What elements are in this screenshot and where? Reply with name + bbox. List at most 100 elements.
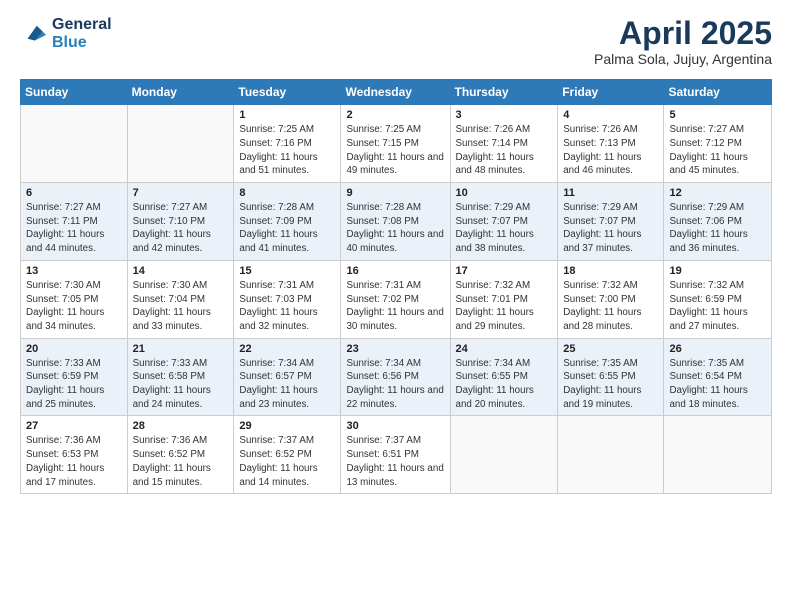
calendar-cell: [127, 105, 234, 183]
day-info: Sunrise: 7:29 AMSunset: 7:07 PMDaylight:…: [456, 201, 553, 256]
day-number: 2: [346, 109, 444, 121]
calendar-cell: 23 Sunrise: 7:34 AMSunset: 6:56 PMDayligh…: [341, 338, 450, 416]
calendar-cell: 8 Sunrise: 7:28 AMSunset: 7:09 PMDaylight…: [234, 183, 341, 261]
day-number: 14: [133, 265, 229, 277]
calendar-table: SundayMondayTuesdayWednesdayThursdayFrid…: [20, 79, 772, 494]
weekday-header: Saturday: [664, 80, 772, 105]
day-info: Sunrise: 7:25 AMSunset: 7:16 PMDaylight:…: [239, 123, 335, 178]
calendar-week-row: 20 Sunrise: 7:33 AMSunset: 6:59 PMDayligh…: [21, 338, 772, 416]
title-block: April 2025 Palma Sola, Jujuy, Argentina: [594, 16, 772, 67]
calendar-cell: 29 Sunrise: 7:37 AMSunset: 6:52 PMDayligh…: [234, 416, 341, 494]
day-info: Sunrise: 7:27 AMSunset: 7:12 PMDaylight:…: [669, 123, 766, 178]
day-number: 23: [346, 343, 444, 355]
day-number: 20: [26, 343, 122, 355]
day-info: Sunrise: 7:31 AMSunset: 7:02 PMDaylight:…: [346, 279, 444, 334]
calendar-cell: 6 Sunrise: 7:27 AMSunset: 7:11 PMDaylight…: [21, 183, 128, 261]
day-info: Sunrise: 7:27 AMSunset: 7:11 PMDaylight:…: [26, 201, 122, 256]
day-number: 28: [133, 420, 229, 432]
day-number: 30: [346, 420, 444, 432]
day-info: Sunrise: 7:36 AMSunset: 6:52 PMDaylight:…: [133, 434, 229, 489]
day-info: Sunrise: 7:37 AMSunset: 6:52 PMDaylight:…: [239, 434, 335, 489]
weekday-header: Friday: [558, 80, 664, 105]
day-info: Sunrise: 7:27 AMSunset: 7:10 PMDaylight:…: [133, 201, 229, 256]
day-number: 26: [669, 343, 766, 355]
calendar-week-row: 6 Sunrise: 7:27 AMSunset: 7:11 PMDaylight…: [21, 183, 772, 261]
day-number: 10: [456, 187, 553, 199]
day-info: Sunrise: 7:37 AMSunset: 6:51 PMDaylight:…: [346, 434, 444, 489]
day-number: 29: [239, 420, 335, 432]
calendar-cell: 24 Sunrise: 7:34 AMSunset: 6:55 PMDayligh…: [450, 338, 558, 416]
day-number: 8: [239, 187, 335, 199]
calendar-cell: [664, 416, 772, 494]
weekday-header: Tuesday: [234, 80, 341, 105]
weekday-header: Thursday: [450, 80, 558, 105]
day-info: Sunrise: 7:30 AMSunset: 7:04 PMDaylight:…: [133, 279, 229, 334]
weekday-header: Wednesday: [341, 80, 450, 105]
logo-icon: [20, 22, 48, 46]
day-number: 3: [456, 109, 553, 121]
day-info: Sunrise: 7:34 AMSunset: 6:56 PMDaylight:…: [346, 357, 444, 412]
day-number: 19: [669, 265, 766, 277]
calendar-cell: 21 Sunrise: 7:33 AMSunset: 6:58 PMDayligh…: [127, 338, 234, 416]
calendar-cell: 19 Sunrise: 7:32 AMSunset: 6:59 PMDayligh…: [664, 260, 772, 338]
day-info: Sunrise: 7:26 AMSunset: 7:14 PMDaylight:…: [456, 123, 553, 178]
day-info: Sunrise: 7:32 AMSunset: 6:59 PMDaylight:…: [669, 279, 766, 334]
calendar-cell: 15Sunrise: 7:31 AMSunset: 7:03 PMDayligh…: [234, 260, 341, 338]
logo-text: General Blue: [52, 16, 112, 53]
day-number: 15: [239, 265, 335, 277]
day-info: Sunrise: 7:34 AMSunset: 6:55 PMDaylight:…: [456, 357, 553, 412]
day-number: 6: [26, 187, 122, 199]
calendar-week-row: 27Sunrise: 7:36 AMSunset: 6:53 PMDayligh…: [21, 416, 772, 494]
calendar-cell: 30 Sunrise: 7:37 AMSunset: 6:51 PMDayligh…: [341, 416, 450, 494]
calendar-cell: 14 Sunrise: 7:30 AMSunset: 7:04 PMDayligh…: [127, 260, 234, 338]
calendar-cell: 20 Sunrise: 7:33 AMSunset: 6:59 PMDayligh…: [21, 338, 128, 416]
day-number: 16: [346, 265, 444, 277]
day-info: Sunrise: 7:32 AMSunset: 7:01 PMDaylight:…: [456, 279, 553, 334]
weekday-header: Sunday: [21, 80, 128, 105]
calendar-cell: 17 Sunrise: 7:32 AMSunset: 7:01 PMDayligh…: [450, 260, 558, 338]
day-number: 17: [456, 265, 553, 277]
day-info: Sunrise: 7:30 AMSunset: 7:05 PMDaylight:…: [26, 279, 122, 334]
day-info: Sunrise: 7:28 AMSunset: 7:08 PMDaylight:…: [346, 201, 444, 256]
weekday-header: Monday: [127, 80, 234, 105]
calendar-cell: 16 Sunrise: 7:31 AMSunset: 7:02 PMDayligh…: [341, 260, 450, 338]
calendar-cell: 10 Sunrise: 7:29 AMSunset: 7:07 PMDayligh…: [450, 183, 558, 261]
day-number: 7: [133, 187, 229, 199]
day-info: Sunrise: 7:33 AMSunset: 6:59 PMDaylight:…: [26, 357, 122, 412]
day-number: 12: [669, 187, 766, 199]
day-info: Sunrise: 7:34 AMSunset: 6:57 PMDaylight:…: [239, 357, 335, 412]
calendar-cell: [450, 416, 558, 494]
calendar-cell: [558, 416, 664, 494]
calendar-week-row: 1 Sunrise: 7:25 AMSunset: 7:16 PMDaylight…: [21, 105, 772, 183]
calendar-cell: 2Sunrise: 7:25 AMSunset: 7:15 PMDaylight…: [341, 105, 450, 183]
calendar-cell: 25Sunrise: 7:35 AMSunset: 6:55 PMDayligh…: [558, 338, 664, 416]
calendar-cell: 11 Sunrise: 7:29 AMSunset: 7:07 PMDayligh…: [558, 183, 664, 261]
calendar-cell: 28 Sunrise: 7:36 AMSunset: 6:52 PMDayligh…: [127, 416, 234, 494]
day-number: 11: [563, 187, 658, 199]
calendar-cell: 12Sunrise: 7:29 AMSunset: 7:06 PMDayligh…: [664, 183, 772, 261]
day-number: 27: [26, 420, 122, 432]
day-number: 13: [26, 265, 122, 277]
day-info: Sunrise: 7:32 AMSunset: 7:00 PMDaylight:…: [563, 279, 658, 334]
day-info: Sunrise: 7:33 AMSunset: 6:58 PMDaylight:…: [133, 357, 229, 412]
weekday-header-row: SundayMondayTuesdayWednesdayThursdayFrid…: [21, 80, 772, 105]
calendar-cell: 27Sunrise: 7:36 AMSunset: 6:53 PMDayligh…: [21, 416, 128, 494]
calendar-cell: 22Sunrise: 7:34 AMSunset: 6:57 PMDayligh…: [234, 338, 341, 416]
day-number: 24: [456, 343, 553, 355]
calendar-cell: 18 Sunrise: 7:32 AMSunset: 7:00 PMDayligh…: [558, 260, 664, 338]
day-info: Sunrise: 7:28 AMSunset: 7:09 PMDaylight:…: [239, 201, 335, 256]
day-number: 18: [563, 265, 658, 277]
day-info: Sunrise: 7:29 AMSunset: 7:07 PMDaylight:…: [563, 201, 658, 256]
day-number: 4: [563, 109, 658, 121]
day-number: 9: [346, 187, 444, 199]
calendar-cell: 3 Sunrise: 7:26 AMSunset: 7:14 PMDaylight…: [450, 105, 558, 183]
calendar-cell: [21, 105, 128, 183]
calendar-cell: 13 Sunrise: 7:30 AMSunset: 7:05 PMDayligh…: [21, 260, 128, 338]
day-info: Sunrise: 7:26 AMSunset: 7:13 PMDaylight:…: [563, 123, 658, 178]
calendar-week-row: 13 Sunrise: 7:30 AMSunset: 7:05 PMDayligh…: [21, 260, 772, 338]
day-number: 21: [133, 343, 229, 355]
day-info: Sunrise: 7:35 AMSunset: 6:55 PMDaylight:…: [563, 357, 658, 412]
day-number: 1: [239, 109, 335, 121]
calendar-cell: 5Sunrise: 7:27 AMSunset: 7:12 PMDaylight…: [664, 105, 772, 183]
page: General Blue April 2025 Palma Sola, Juju…: [0, 0, 792, 612]
